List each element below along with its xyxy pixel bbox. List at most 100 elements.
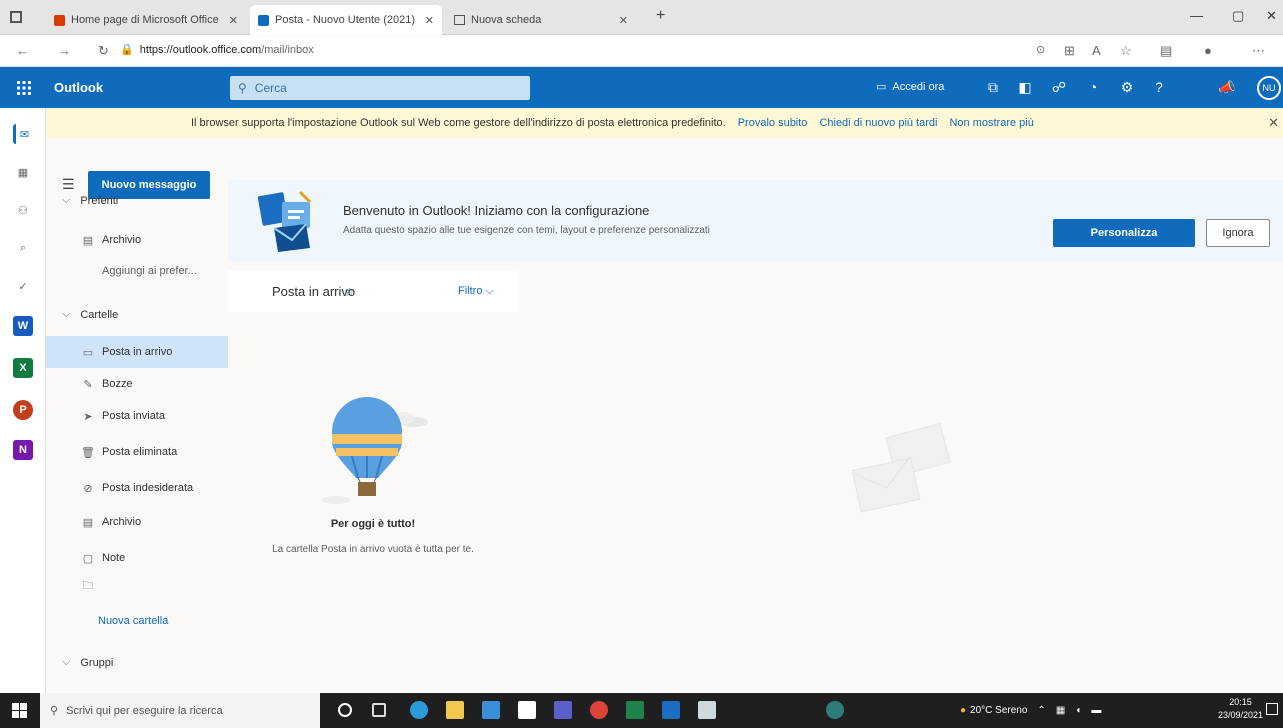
apps-icon[interactable]: ⊞ — [1064, 43, 1075, 59]
outlook-app-icon[interactable] — [662, 701, 680, 719]
taskbar-search-input[interactable]: ⚲ Scrivi qui per eseguire la ricerca — [40, 693, 320, 728]
notifications-icon[interactable]: ◔ — [1084, 79, 1102, 95]
new-folder-link[interactable]: Nuova cartella — [98, 615, 168, 627]
ask-later-link[interactable]: Chiedi di nuovo più tardi — [819, 117, 937, 129]
calendar-icon[interactable]: ▦ — [13, 162, 33, 182]
add-favorite-link[interactable]: Aggiungi ai prefer... — [102, 265, 197, 277]
people-icon[interactable]: ⚇ — [13, 200, 33, 220]
tab-office-home[interactable]: Home page di Microsoft Office ✕ — [46, 5, 246, 35]
search-input[interactable]: ⚲ Cerca — [230, 76, 530, 100]
outlook-icon — [258, 14, 269, 26]
video-icon: ▭ — [876, 81, 887, 93]
network-icon[interactable]: ▦ — [1056, 705, 1065, 716]
folder-unnamed[interactable]: 🗀 — [46, 570, 228, 602]
attachment-icon[interactable]: ⌕ — [13, 238, 33, 258]
chevron-up-icon[interactable]: ⌃ — [1037, 705, 1045, 716]
folder-drafts[interactable]: ✎ Bozze — [46, 368, 228, 400]
banner-title: Benvenuto in Outlook! Iniziamo con la co… — [343, 203, 650, 218]
read-aloud-icon[interactable]: A — [1092, 43, 1101, 58]
teams-icon[interactable]: ⧉ — [984, 79, 1002, 96]
folder-sent[interactable]: ➤ Posta inviata — [46, 400, 228, 432]
close-tab-icon[interactable]: ✕ — [619, 14, 628, 27]
battery-icon[interactable]: ▬ — [1091, 705, 1101, 716]
profile-icon[interactable]: ● — [1204, 43, 1212, 58]
close-tab-icon[interactable]: ✕ — [229, 14, 238, 27]
minimize-icon[interactable]: — — [1190, 8, 1203, 23]
app-name[interactable]: Outlook — [54, 80, 103, 95]
close-icon[interactable]: ✕ — [1268, 115, 1279, 131]
collections-icon[interactable]: ▤ — [1160, 43, 1172, 59]
forward-icon[interactable]: → — [58, 43, 71, 58]
close-tab-icon[interactable]: ✕ — [425, 14, 434, 27]
mail-icon[interactable]: ✉ — [13, 124, 33, 144]
onenote-icon[interactable]: N — [13, 440, 33, 460]
folder-inbox[interactable]: ▭ Posta in arrivo — [46, 336, 228, 368]
groups-header[interactable]: ⌵ Gruppi — [62, 656, 113, 669]
todo-icon[interactable]: ✓ — [13, 276, 33, 296]
notepad-icon[interactable] — [698, 701, 716, 719]
personalize-button[interactable]: Personalizza — [1053, 219, 1195, 247]
chevron-down-icon: ⌵ — [485, 285, 494, 297]
powerpoint-icon[interactable]: P — [13, 400, 33, 420]
ignore-button[interactable]: Ignora — [1206, 219, 1270, 247]
chrome-icon[interactable] — [590, 701, 608, 719]
weather-icon: ● — [960, 705, 967, 716]
reader-icon[interactable]: ⊙ — [1036, 43, 1045, 56]
meet-now-button[interactable]: ▭ Accedi ora — [876, 80, 944, 94]
favorites-header[interactable]: ⌵ Preferiti — [62, 194, 118, 207]
filter-button[interactable]: Filtro ⌵ — [458, 285, 494, 298]
settings-icon[interactable]: ⚙ — [1118, 79, 1136, 96]
file-explorer-icon[interactable] — [446, 701, 464, 719]
cortana-icon[interactable] — [338, 703, 352, 717]
teams-app-icon[interactable] — [554, 701, 572, 719]
help-icon[interactable]: ? — [1150, 79, 1168, 95]
folder-junk[interactable]: ⊘ Posta indesiderata — [46, 472, 228, 504]
folders-header[interactable]: ⌵ Cartelle — [62, 308, 118, 321]
filter-label: Filtro — [458, 285, 483, 297]
empty-state-title: Per oggi è tutto! — [330, 518, 416, 530]
dont-show-link[interactable]: Non mostrare più — [949, 117, 1033, 129]
taskbar-clock[interactable]: 20:15 23/09/2021 — [1218, 696, 1263, 722]
maximize-icon[interactable]: ▢ — [1232, 8, 1244, 24]
notification-center-icon[interactable] — [1266, 703, 1278, 715]
favorite-item-archive[interactable]: ▤ Archivio — [46, 224, 228, 256]
tab-label: Posta - Nuovo Utente (2021) - O — [275, 14, 415, 26]
app-icon[interactable] — [826, 701, 844, 719]
folder-label: Archivio — [102, 516, 142, 528]
weather-label[interactable]: 20°C Sereno — [970, 705, 1027, 716]
back-icon[interactable]: ← — [16, 43, 29, 58]
my-day-icon[interactable]: ◧ — [1016, 79, 1034, 96]
mail-app-icon[interactable] — [518, 701, 536, 719]
note-icon: ▢ — [82, 552, 94, 565]
excel-app-icon[interactable] — [626, 701, 644, 719]
refresh-icon[interactable]: ↻ — [98, 43, 109, 59]
tab-outlook-mail[interactable]: Posta - Nuovo Utente (2021) - O ✕ — [250, 5, 442, 35]
avatar[interactable]: NU — [1257, 76, 1281, 100]
tab-new[interactable]: Nuova scheda ✕ — [446, 5, 636, 35]
store-icon[interactable] — [482, 701, 500, 719]
tab-actions-icon[interactable] — [10, 11, 22, 23]
inbox-icon: ▭ — [82, 346, 94, 359]
url-field[interactable]: 🔒 https://outlook.office.com/mail/inbox — [120, 43, 314, 56]
windows-start-icon[interactable] — [12, 703, 27, 718]
task-view-icon[interactable] — [372, 703, 386, 717]
favorite-star-icon[interactable]: ☆ — [344, 285, 355, 299]
new-tab-button[interactable]: + — [656, 7, 665, 25]
word-icon[interactable]: W — [13, 316, 33, 336]
favorite-star-icon[interactable]: ☆ — [1120, 43, 1132, 59]
folder-archive[interactable]: ▤ Archivio — [46, 506, 228, 538]
url-host: https://outlook.office.com — [139, 44, 262, 56]
app-launcher-icon[interactable] — [16, 80, 32, 96]
volume-icon[interactable]: ◖ — [1075, 705, 1081, 716]
folder-label: Posta inviata — [102, 410, 165, 422]
collapse-menu-icon[interactable]: ☰ — [62, 176, 75, 193]
feedback-icon[interactable]: ☍ — [1050, 79, 1068, 96]
whats-new-icon[interactable]: 📣 — [1218, 79, 1236, 96]
chevron-down-icon: ⌵ — [62, 656, 71, 668]
close-window-icon[interactable]: ✕ — [1266, 8, 1277, 24]
edge-icon[interactable] — [410, 701, 428, 719]
folder-deleted[interactable]: 🗑 Posta eliminata — [46, 436, 228, 468]
excel-icon[interactable]: X — [13, 358, 33, 378]
more-options-icon[interactable]: ⋯ — [1252, 43, 1265, 59]
try-now-link[interactable]: Provalo subito — [738, 117, 808, 129]
